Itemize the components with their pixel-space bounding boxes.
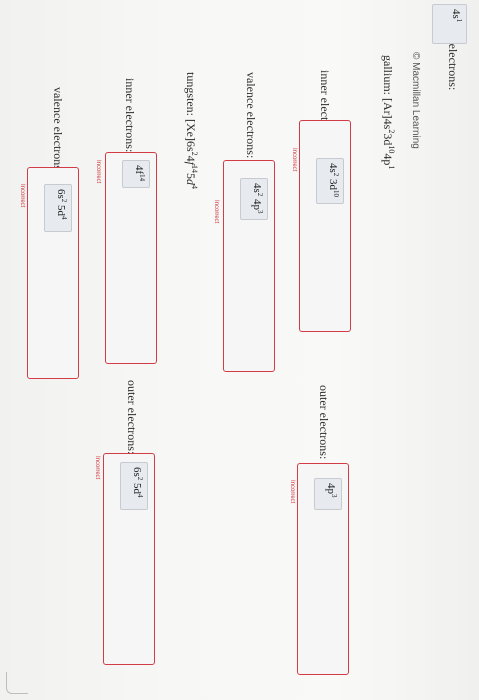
macmillan-credit: © Macmillan Learning: [410, 52, 421, 149]
gallium-inner-answer-box: [299, 120, 351, 332]
photographed-page: © Macmillan Learning valence electrons: …: [0, 0, 479, 700]
tungsten-valence-status: Incorrect: [19, 184, 25, 208]
tungsten-outer-status: Incorrect: [94, 456, 100, 480]
gallium-valence-label: valence electrons:: [244, 72, 258, 159]
gallium-valence-field[interactable]: 4s2 4p3: [240, 178, 268, 220]
tungsten-outer-field[interactable]: 6s2 5d4: [120, 462, 148, 510]
tungsten-valence-label: valence electrons:: [51, 87, 65, 174]
tungsten-inner-field[interactable]: 4f14: [122, 160, 150, 188]
page-corner-mark: [6, 672, 28, 694]
tungsten-valence-field[interactable]: 6s2 5d4: [44, 184, 72, 232]
tungsten-inner-status: Incorrect: [95, 160, 101, 184]
rotated-question-panel: © Macmillan Learning valence electrons: …: [0, 0, 479, 700]
gallium-outer-field[interactable]: 4p3: [314, 478, 342, 510]
gallium-inner-status: Incorrect: [291, 148, 297, 172]
gallium-valence-status: Incorrect: [213, 200, 219, 224]
gallium-outer-status: Incorrect: [289, 480, 295, 504]
tungsten-formula: tungsten: [Xe]6s24f145d4: [184, 72, 199, 189]
gallium-inner-field[interactable]: 4s2 3d10: [316, 158, 344, 204]
tungsten-outer-label: outer electrons:: [125, 380, 139, 455]
gallium-formula: gallium: [Ar]4s23d104p1: [381, 55, 396, 170]
gallium-outer-label: outer electrons:: [317, 385, 331, 460]
top-valence-field[interactable]: 4s1: [432, 4, 467, 44]
tungsten-inner-label: inner electrons:: [123, 78, 137, 153]
